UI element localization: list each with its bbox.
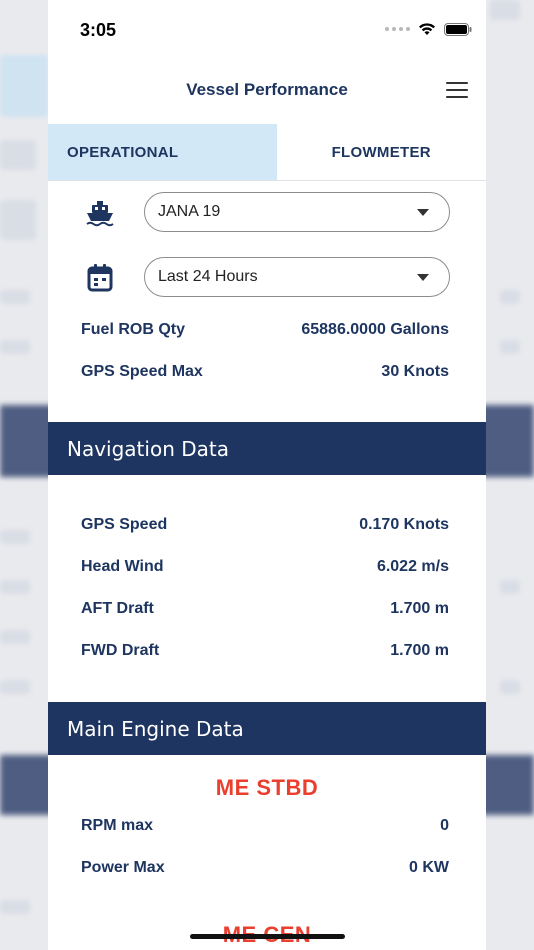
main-engine-data-header: Main Engine Data — [48, 702, 486, 755]
vessel-select[interactable]: JANA 19 — [144, 192, 450, 232]
summary-row-fuel-rob: Fuel ROB Qty 65886.0000 Gallons — [48, 321, 486, 345]
period-select-value: Last 24 Hours — [158, 268, 258, 285]
row-value: 0 — [440, 817, 449, 834]
nav-bar: Vessel Performance — [48, 60, 486, 124]
row-label: FWD Draft — [81, 642, 160, 659]
navigation-data-header: Navigation Data — [48, 422, 486, 475]
summary-value: 30 Knots — [381, 363, 449, 380]
summary-label: Fuel ROB Qty — [81, 321, 186, 338]
nav-row-fwd-draft: FWD Draft 1.700 m — [48, 642, 486, 666]
row-label: Power Max — [81, 859, 165, 876]
chevron-down-icon — [417, 274, 429, 281]
period-selector-row: Last 24 Hours — [48, 257, 486, 299]
status-bar: 3:05 — [48, 0, 486, 60]
section-title: Main Engine Data — [67, 717, 244, 741]
vessel-select-value: JANA 19 — [158, 203, 221, 220]
vessel-performance-sheet: 3:05 Vessel Performance OPERATIONAL FLOW… — [48, 0, 486, 950]
home-indicator[interactable] — [190, 934, 345, 939]
row-value: 1.700 m — [390, 600, 449, 617]
nav-row-gps-speed: GPS Speed 0.170 Knots — [48, 516, 486, 540]
row-label: AFT Draft — [81, 600, 154, 617]
period-select[interactable]: Last 24 Hours — [144, 257, 450, 297]
status-time: 3:05 — [80, 20, 117, 40]
nav-row-head-wind: Head Wind 6.022 m/s — [48, 558, 486, 582]
summary-label: GPS Speed Max — [81, 363, 203, 380]
signal-dots-icon — [385, 27, 410, 31]
engine-row-power-max: Power Max 0 KW — [48, 859, 486, 883]
wifi-icon — [419, 23, 435, 35]
ship-icon — [86, 201, 114, 227]
page-title: Vessel Performance — [186, 80, 348, 99]
row-value: 6.022 m/s — [376, 558, 449, 575]
tab-bar: OPERATIONAL FLOWMETER — [48, 124, 486, 181]
status-icons — [385, 22, 472, 36]
nav-row-aft-draft: AFT Draft 1.700 m — [48, 600, 486, 624]
row-value: 1.700 m — [390, 642, 449, 659]
summary-row-gps-speed-max: GPS Speed Max 30 Knots — [48, 363, 486, 387]
battery-icon — [444, 22, 472, 36]
hamburger-menu-icon[interactable] — [446, 82, 468, 100]
vessel-selector-row: JANA 19 — [48, 192, 486, 234]
summary-value: 65886.0000 Gallons — [301, 321, 449, 338]
engine-title-me-stbd: ME STBD — [215, 775, 319, 800]
row-label: Head Wind — [81, 558, 164, 575]
row-label: RPM max — [81, 817, 154, 834]
row-value: 0.170 Knots — [359, 516, 449, 533]
engine-row-rpm-max: RPM max 0 — [48, 817, 486, 841]
tab-flowmeter[interactable]: FLOWMETER — [276, 124, 486, 180]
tab-operational[interactable]: OPERATIONAL — [48, 124, 277, 180]
chevron-down-icon — [417, 209, 429, 216]
calendar-icon — [87, 264, 113, 292]
section-title: Navigation Data — [67, 437, 229, 461]
row-value: 0 KW — [409, 859, 449, 876]
row-label: GPS Speed — [81, 516, 168, 533]
